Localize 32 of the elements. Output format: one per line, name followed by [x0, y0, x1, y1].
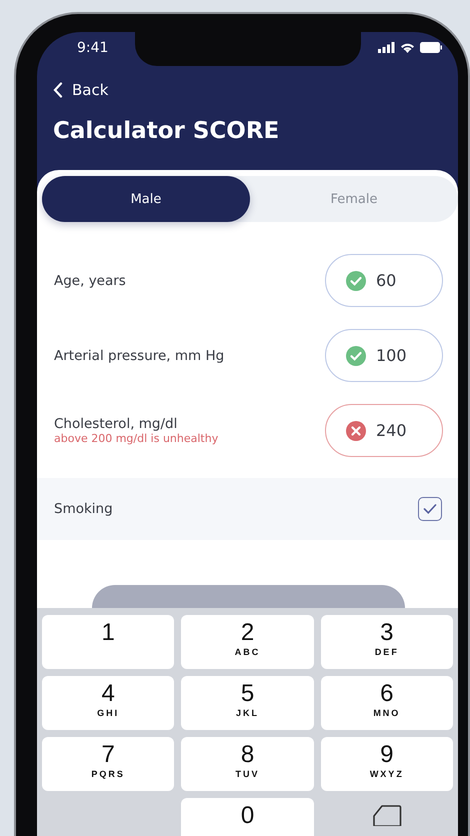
back-chevron-icon: [53, 82, 63, 98]
sex-tab[interactable]: Male: [42, 176, 250, 222]
keypad-key[interactable]: 8 TUV: [181, 737, 314, 791]
battery-icon: [420, 42, 442, 54]
check-icon: [423, 503, 437, 515]
value-input-field[interactable]: 60: [325, 254, 443, 307]
wifi-icon: [400, 42, 415, 54]
keypad-key[interactable]: 2 ABC: [181, 615, 314, 669]
keypad-key[interactable]: 5 JKL: [181, 676, 314, 730]
back-button[interactable]: Back: [53, 78, 108, 101]
keypad-key[interactable]: 9 WXYZ: [320, 737, 453, 791]
value-input-field[interactable]: 240: [325, 404, 443, 457]
field-label: Cholesterol, mg/dl: [54, 416, 178, 432]
keypad-key[interactable]: 1: [42, 615, 174, 669]
check-circle-icon: [346, 346, 366, 366]
status-time: 9:41: [77, 40, 108, 56]
backspace-icon[interactable]: [372, 804, 402, 826]
smoking-label: Smoking: [54, 501, 113, 517]
error-circle-icon: [346, 420, 366, 440]
value-input-field[interactable]: 100: [325, 329, 443, 382]
keypad-key[interactable]: 7 PQRS: [42, 737, 174, 791]
keypad-key[interactable]: 4 GHI: [42, 676, 174, 730]
signal-icon: [378, 42, 395, 54]
screen-title: Calculator SCORE: [53, 117, 280, 146]
keypad-key[interactable]: 3 DEF: [320, 615, 453, 669]
smoking-checkbox[interactable]: [418, 497, 442, 521]
field-label: Age, years: [54, 272, 126, 288]
check-circle-icon: [346, 270, 366, 290]
field-label: Arterial pressure, mm Hg: [54, 348, 224, 364]
error-hint: above 200 mg/dl is unhealthy: [54, 432, 218, 445]
keypad-key[interactable]: 0: [181, 798, 314, 836]
keypad-key[interactable]: 6 MNO: [320, 676, 453, 730]
